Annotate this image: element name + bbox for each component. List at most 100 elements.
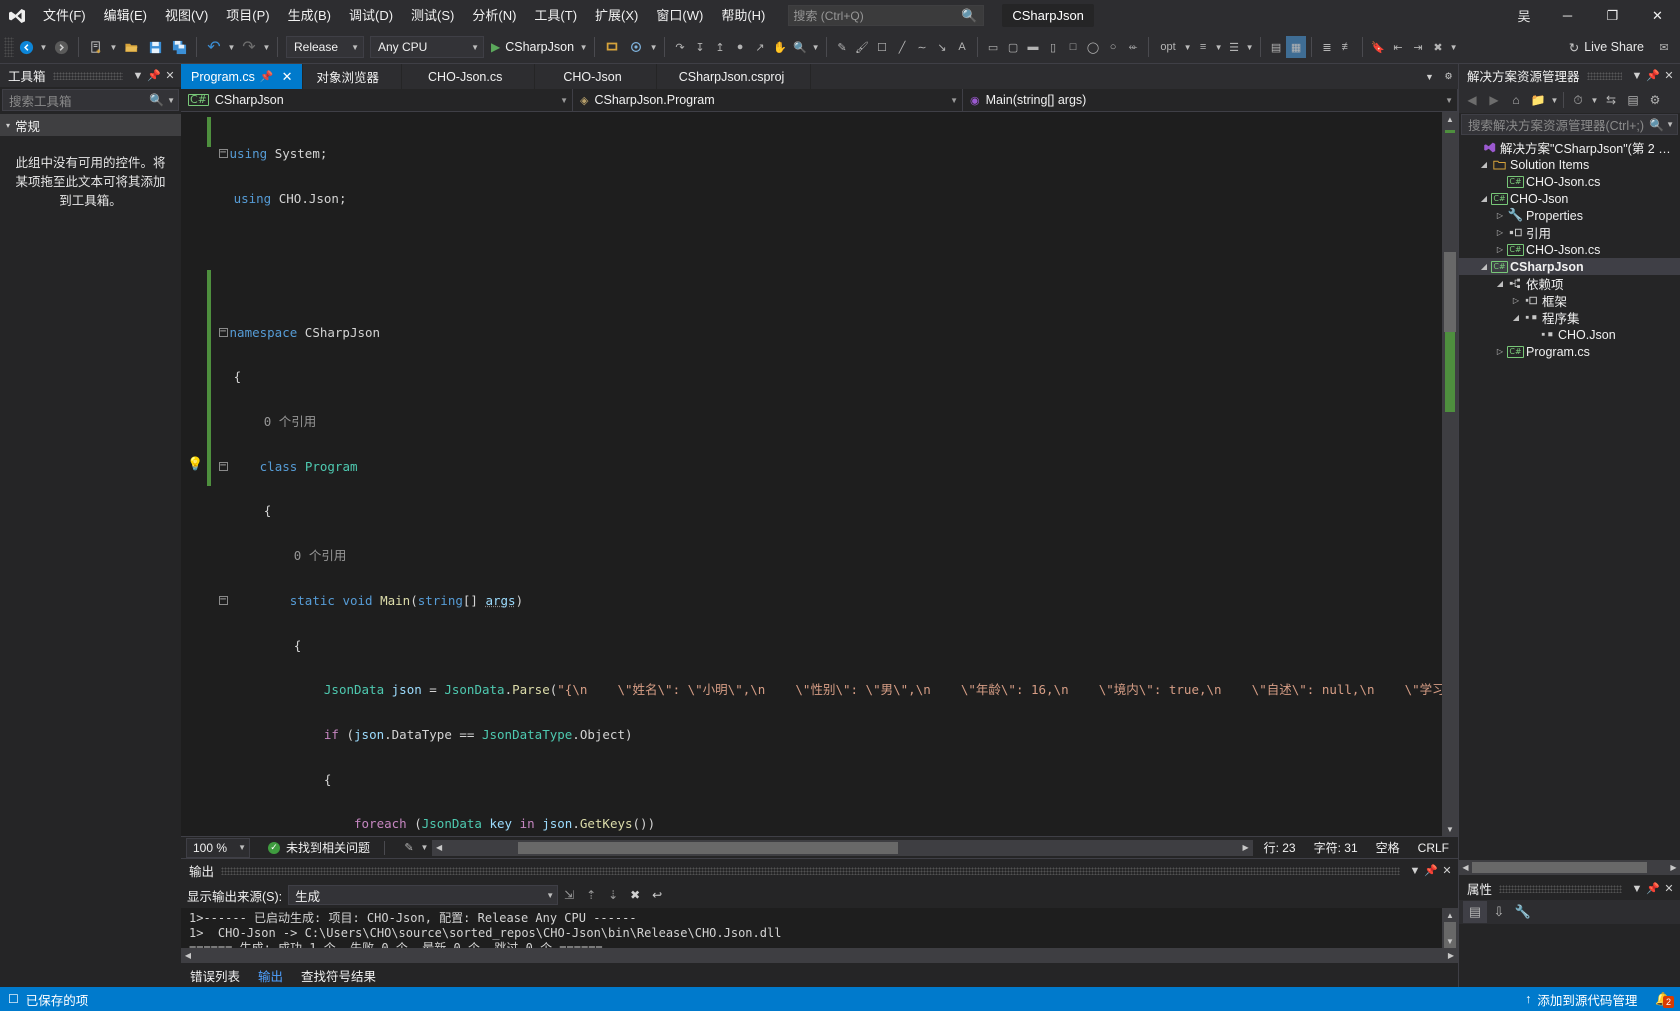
navigate-backward-dropdown-icon[interactable]: ▼ xyxy=(38,35,49,59)
expander-icon[interactable]: ▷ xyxy=(1493,245,1507,254)
live-share-button[interactable]: ↻ Live Share xyxy=(1559,40,1654,55)
tab-cho-json[interactable]: CHO-Json xyxy=(535,64,657,89)
text-icon[interactable]: A xyxy=(952,36,972,58)
expander-icon[interactable]: ◢ xyxy=(1477,262,1491,271)
menu-project[interactable]: 项目(P) xyxy=(217,0,278,31)
solution-explorer-pin-icon[interactable]: 📌 xyxy=(1645,66,1661,86)
menu-file[interactable]: 文件(F) xyxy=(34,0,95,31)
capsule-icon[interactable]: ▯ xyxy=(1043,36,1063,58)
tab-object-browser[interactable]: 对象浏览器 xyxy=(302,64,403,89)
tree-node-project-csharpjson[interactable]: ◢ C# CSharpJson xyxy=(1459,258,1680,275)
menu-view[interactable]: 视图(V) xyxy=(156,0,217,31)
expander-icon[interactable]: ◢ xyxy=(1493,279,1507,288)
line-icon[interactable]: ╱ xyxy=(892,36,912,58)
collapse-all-icon[interactable]: ▤ xyxy=(1622,89,1644,111)
find-message-icon[interactable]: ⇲ xyxy=(558,884,580,906)
menu-tools[interactable]: 工具(T) xyxy=(525,0,586,31)
eraser-icon[interactable]: ☐ xyxy=(872,36,892,58)
output-scroll-right-icon[interactable]: ▶ xyxy=(1444,951,1458,960)
user-avatar[interactable]: 吴 xyxy=(1511,3,1537,29)
tab-find-symbol-results[interactable]: 查找符号结果 xyxy=(292,963,385,987)
expander-icon[interactable]: ◢ xyxy=(1477,160,1491,169)
menu-help[interactable]: 帮助(H) xyxy=(712,0,774,31)
output-horizontal-scrollbar[interactable]: ◀ ▶ xyxy=(181,948,1458,963)
scroll-up-icon[interactable]: ▲ xyxy=(1442,112,1458,126)
rectangle-icon[interactable]: ▭ xyxy=(983,36,1003,58)
step-over-icon[interactable]: ↷ xyxy=(670,36,690,58)
output-pin-icon[interactable]: 📌 xyxy=(1423,861,1439,881)
tree-node-properties[interactable]: ▷ 🔧 Properties xyxy=(1459,207,1680,224)
pending-changes-icon[interactable]: ⏱ xyxy=(1567,89,1589,111)
menu-analyze[interactable]: 分析(N) xyxy=(463,0,525,31)
brush-icon[interactable]: 🖌 xyxy=(852,36,872,58)
properties-close-icon[interactable]: ✕ xyxy=(1661,879,1677,899)
solution-explorer-toggle-icon[interactable]: ▤ xyxy=(1266,36,1286,58)
properties-menu-icon[interactable]: ▼ xyxy=(1629,879,1645,899)
options-dropdown-icon[interactable]: ▼ xyxy=(1182,35,1193,59)
solution-explorer-search-input[interactable]: 搜索解决方案资源管理器(Ctrl+;) 🔍 ▼ xyxy=(1461,114,1678,135)
home-icon[interactable]: ⌂ xyxy=(1505,89,1527,111)
tab-csharpjson-csproj[interactable]: CSharpJson.csproj xyxy=(656,64,812,89)
zoom-icon[interactable]: 🔍 xyxy=(790,36,810,58)
clear-all-icon[interactable]: ✖ xyxy=(624,884,646,906)
start-debug-button[interactable]: ▶ CSharpJson xyxy=(487,35,578,59)
undo-icon[interactable]: ↶ xyxy=(202,35,226,59)
quick-launch-search[interactable]: 搜索 (Ctrl+Q) 🔍 xyxy=(788,5,985,26)
tree-scroll-left-icon[interactable]: ◀ xyxy=(1459,863,1472,872)
open-file-icon[interactable] xyxy=(119,35,143,59)
menu-build[interactable]: 生成(B) xyxy=(279,0,340,31)
toolbox-pin-icon[interactable]: 📌 xyxy=(146,66,162,86)
pending-changes-dropdown-icon[interactable]: ▼ xyxy=(1589,88,1600,112)
solution-platform-combo[interactable]: Any CPU ▼ xyxy=(370,36,484,58)
step-out-icon[interactable]: ↥ xyxy=(710,36,730,58)
menu-window[interactable]: 窗口(W) xyxy=(647,0,712,31)
editor-vertical-scrollbar[interactable]: ▲ ▼ xyxy=(1442,112,1458,836)
rounded-rect-icon[interactable]: ▢ xyxy=(1003,36,1023,58)
editor-glyph-margin[interactable]: 💡 xyxy=(181,112,207,836)
oval-icon[interactable]: ⬰ xyxy=(1123,36,1143,58)
solution-explorer-drag-dots[interactable] xyxy=(1586,71,1622,80)
square-icon[interactable]: □ xyxy=(1063,36,1083,58)
align-dropdown-icon[interactable]: ▼ xyxy=(1213,35,1224,59)
tree-hscroll-thumb[interactable] xyxy=(1472,862,1647,873)
output-scroll-down-icon[interactable]: ▼ xyxy=(1442,934,1458,948)
toolbox-drag-dots[interactable] xyxy=(52,71,123,80)
toolbox-search-input[interactable]: 搜索工具箱 🔍 ▼ xyxy=(2,89,179,111)
tree-node-cho-json-cs[interactable]: ▷ C# CHO-Json.cs xyxy=(1459,241,1680,258)
redo-icon[interactable]: ↷ xyxy=(237,35,261,59)
scroll-down-icon[interactable]: ▼ xyxy=(1442,822,1458,836)
zoom-level-combo[interactable]: 100 % ▼ xyxy=(186,837,250,858)
tab-pin-icon[interactable]: 📌 xyxy=(255,70,279,83)
expander-icon[interactable]: ◢ xyxy=(1477,194,1491,203)
go-to-previous-icon[interactable]: ⇡ xyxy=(580,884,602,906)
tree-node-references[interactable]: ▷ 引用 xyxy=(1459,224,1680,241)
maximize-button[interactable]: ❐ xyxy=(1590,0,1635,31)
tree-node-solution-items[interactable]: ◢ Solution Items xyxy=(1459,156,1680,173)
output-menu-icon[interactable]: ▼ xyxy=(1407,861,1423,881)
pill-icon[interactable]: ◯ xyxy=(1083,36,1103,58)
tab-cho-json-cs[interactable]: CHO-Json.cs xyxy=(402,64,536,89)
start-debug-dropdown-icon[interactable]: ▼ xyxy=(578,35,589,59)
navigate-backward-icon[interactable] xyxy=(14,35,38,59)
toggle-word-wrap-icon[interactable]: ↩ xyxy=(646,884,668,906)
tab-output[interactable]: 输出 xyxy=(249,963,292,987)
solution-tree-horizontal-scrollbar[interactable]: ◀ ▶ xyxy=(1459,860,1680,875)
output-text[interactable]: 1>------ 已启动生成: 项目: CHO-Json, 配置: Releas… xyxy=(181,908,1442,948)
menu-debug[interactable]: 调试(D) xyxy=(340,0,402,31)
code-text[interactable]: ─ using System; using CHO.Json; ─ namespac… xyxy=(211,112,1442,836)
new-project-dropdown-icon[interactable]: ▼ xyxy=(108,35,119,59)
quick-actions-lightbulb-icon[interactable]: 💡 xyxy=(187,456,203,472)
pointer-icon[interactable]: ↗ xyxy=(750,36,770,58)
prev-bookmark-icon[interactable]: ⇤ xyxy=(1388,36,1408,58)
expander-icon[interactable]: ◢ xyxy=(1509,313,1523,322)
solution-explorer-menu-icon[interactable]: ▼ xyxy=(1629,66,1645,86)
code-editor[interactable]: 💡 ─ using System; using CHO.Json; ─ namesp… xyxy=(181,112,1458,836)
close-button[interactable]: ✕ xyxy=(1635,0,1680,31)
solution-tree[interactable]: 解决方案"CSharpJson"(第 2 个项目 ◢ Solution Item… xyxy=(1459,136,1680,858)
output-scroll-up-icon[interactable]: ▲ xyxy=(1442,908,1458,922)
outdent-icon[interactable]: ≢ xyxy=(1337,36,1357,58)
save-all-icon[interactable] xyxy=(167,35,191,59)
issues-indicator[interactable]: ✓ 未找到相关问题 xyxy=(268,839,370,856)
scroll-right-icon[interactable]: ▶ xyxy=(1239,843,1253,852)
curve-icon[interactable]: ∼ xyxy=(912,36,932,58)
